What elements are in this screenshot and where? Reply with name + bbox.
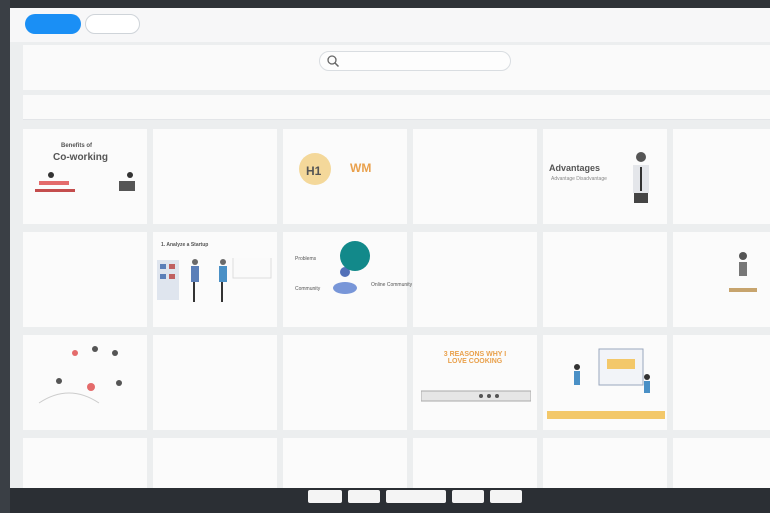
presentation-illustration	[547, 348, 665, 419]
template-card-11[interactable]	[543, 232, 667, 327]
card-label-bottom: Community	[295, 286, 321, 292]
template-card-19[interactable]	[23, 438, 147, 488]
card-title: 1. Analyze a Startup	[161, 242, 209, 248]
top-edge	[0, 0, 770, 8]
search-icon	[327, 55, 340, 68]
card-subtitle: Advantage Disadvantage	[551, 176, 607, 182]
template-card-12[interactable]	[673, 232, 770, 327]
mindmap-illustration	[38, 346, 122, 404]
tab-bar	[10, 8, 770, 42]
card-title-line2: Co-working	[53, 152, 108, 163]
page-button-5[interactable]	[490, 490, 522, 503]
template-card-20[interactable]	[153, 438, 277, 488]
page-button-1[interactable]	[308, 490, 342, 503]
card-badge: H1	[306, 164, 322, 178]
template-card-8[interactable]: 1. Analyze a Startup	[153, 232, 277, 327]
template-card-18[interactable]	[673, 335, 770, 430]
template-card-7[interactable]	[23, 232, 147, 327]
template-card-2[interactable]	[153, 129, 277, 224]
left-edge	[0, 0, 10, 513]
template-card-16[interactable]: 3 REASONS WHY I LOVE COOKING	[413, 335, 537, 430]
card-title-line1: Benefits of	[61, 143, 93, 149]
template-card-4[interactable]	[413, 129, 537, 224]
coworking-illustration	[35, 172, 135, 192]
template-card-23[interactable]	[543, 438, 667, 488]
app-window: Benefits of Co-working H1 WM Advantages …	[10, 8, 770, 488]
search-input[interactable]	[319, 51, 511, 71]
page-button-3[interactable]	[386, 490, 446, 503]
person-illustration	[729, 252, 757, 292]
kitchen-illustration	[421, 390, 531, 402]
card-title: 3 REASONS WHY I LOVE COOKING	[443, 351, 507, 365]
tab-primary[interactable]	[25, 14, 81, 34]
template-card-1[interactable]: Benefits of Co-working	[23, 129, 147, 224]
template-card-21[interactable]	[283, 438, 407, 488]
template-card-22[interactable]	[413, 438, 537, 488]
template-card-10[interactable]	[413, 232, 537, 327]
card-title: WM	[350, 161, 372, 175]
page-button-4[interactable]	[452, 490, 484, 503]
template-card-5[interactable]: Advantages Advantage Disadvantage	[543, 129, 667, 224]
card-label-left: Problems	[295, 256, 317, 262]
person-illustration	[633, 152, 649, 203]
tab-secondary[interactable]	[85, 14, 140, 34]
template-card-15[interactable]	[283, 335, 407, 430]
template-grid: Benefits of Co-working H1 WM Advantages …	[23, 129, 770, 488]
template-card-24[interactable]	[673, 438, 770, 488]
page-button-2[interactable]	[348, 490, 380, 503]
template-card-13[interactable]	[23, 335, 147, 430]
card-title: Advantages	[549, 163, 601, 173]
search-panel	[23, 45, 770, 90]
cursor-indicator	[340, 241, 370, 271]
card-label-right: Online Community	[371, 282, 413, 288]
filter-bar	[23, 95, 770, 120]
template-card-3[interactable]: H1 WM	[283, 129, 407, 224]
template-card-14[interactable]	[153, 335, 277, 430]
template-card-6[interactable]	[673, 129, 770, 224]
startup-illustration	[157, 258, 272, 302]
pagination-bar	[298, 488, 528, 506]
template-card-17[interactable]	[543, 335, 667, 430]
